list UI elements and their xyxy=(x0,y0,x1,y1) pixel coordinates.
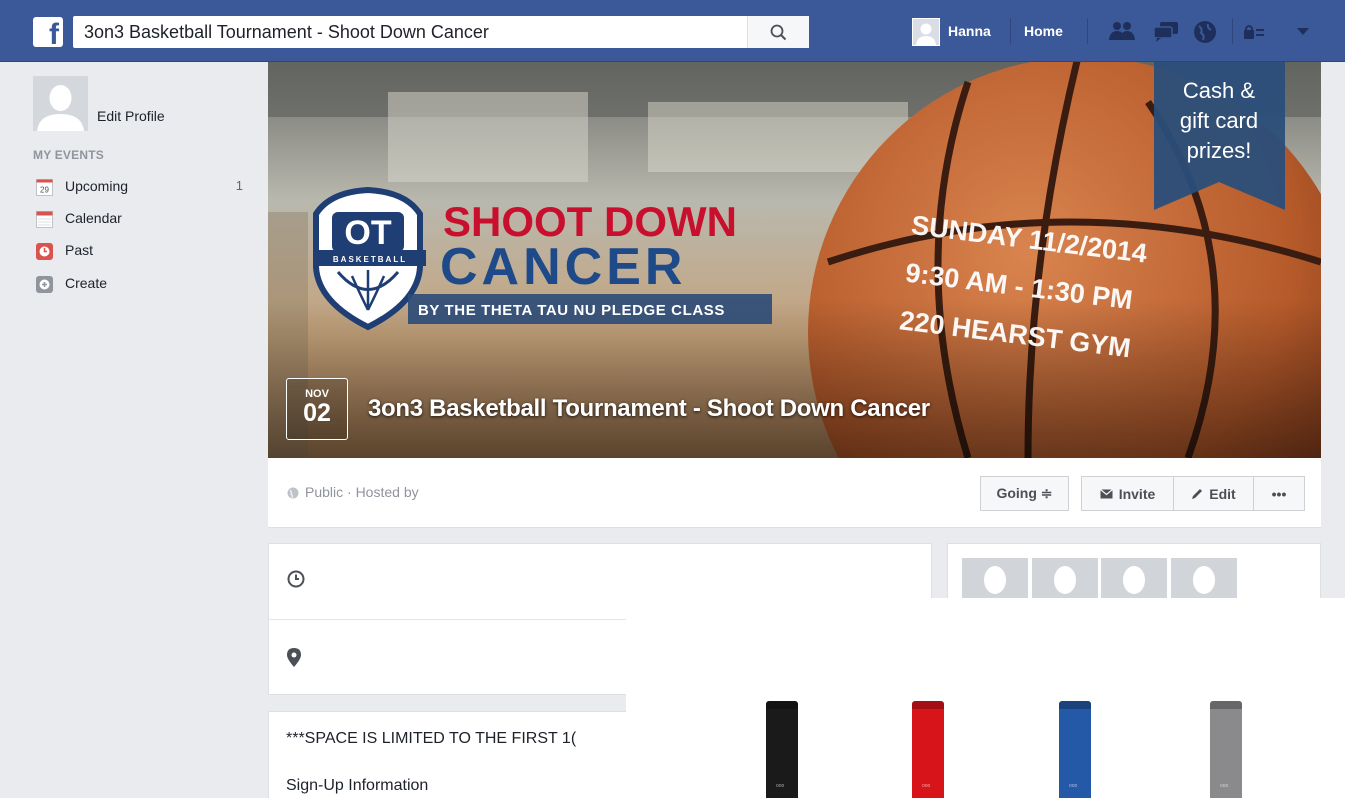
event-cover-photo[interactable]: OT BASKETBALL SHOOT DOWN CANCER BY THE T… xyxy=(268,62,1321,458)
home-link[interactable]: Home xyxy=(1024,23,1063,39)
sidebar-item-upcoming[interactable]: 29 Upcoming 1 xyxy=(33,177,243,199)
user-name-link[interactable]: Hanna xyxy=(948,23,991,39)
event-action-bar: Public · Hosted by Going ≑ Invite Edit •… xyxy=(268,458,1321,528)
bottle-blue: ooo xyxy=(1059,701,1091,798)
clock-icon xyxy=(287,570,305,588)
bottle-gray: ooo xyxy=(1210,701,1242,798)
sidebar-item-past[interactable]: Past xyxy=(33,241,243,263)
sidebar-item-label: Past xyxy=(65,242,94,258)
svg-text:prizes!: prizes! xyxy=(1187,138,1252,163)
avatar-silhouette-icon xyxy=(984,566,1006,594)
svg-text:gift card: gift card xyxy=(1180,108,1258,133)
privacy-shortcuts-icon[interactable] xyxy=(1243,24,1265,40)
avatar-silhouette-icon xyxy=(1054,566,1076,594)
event-title: 3on3 Basketball Tournament - Shoot Down … xyxy=(368,395,930,422)
going-dropdown-button[interactable]: Going ≑ xyxy=(980,476,1069,511)
sidebar-item-label: Create xyxy=(65,275,108,291)
avatar-silhouette-icon xyxy=(1193,566,1215,594)
avatar-silhouette-icon xyxy=(913,19,939,45)
pencil-icon xyxy=(1192,488,1203,499)
svg-text:CANCER: CANCER xyxy=(440,238,686,296)
search-input[interactable]: 3on3 Basketball Tournament - Shoot Down … xyxy=(73,16,809,48)
sidebar-item-label: Upcoming xyxy=(65,178,129,194)
nav-divider xyxy=(1232,18,1233,44)
sidebar-item-create[interactable]: Create xyxy=(33,274,243,296)
guest-avatar[interactable] xyxy=(1101,558,1167,598)
sidebar-item-calendar[interactable]: Calendar xyxy=(33,209,243,231)
svg-text:BY THE THETA TAU NU PLEDGE CLA: BY THE THETA TAU NU PLEDGE CLASS xyxy=(418,302,725,319)
notifications-globe-icon[interactable] xyxy=(1193,20,1217,44)
privacy-label: Public · Hosted by xyxy=(305,484,419,500)
svg-text:OT: OT xyxy=(344,214,391,252)
svg-text:BASKETBALL: BASKETBALL xyxy=(333,255,407,264)
sidebar-item-count: 1 xyxy=(235,178,243,193)
account-menu-chevron-icon[interactable] xyxy=(1296,27,1310,37)
facebook-logo[interactable]: f xyxy=(33,17,63,50)
bottle-red: ooo xyxy=(912,701,944,798)
avatar-silhouette-icon xyxy=(33,76,88,131)
clock-icon xyxy=(36,243,53,260)
svg-text:Cash &: Cash & xyxy=(1183,78,1255,103)
search-button[interactable] xyxy=(747,16,809,48)
invite-button[interactable]: Invite xyxy=(1081,476,1174,511)
sidebar-item-label: Calendar xyxy=(65,210,122,226)
location-pin-icon xyxy=(287,648,301,667)
friend-requests-icon[interactable] xyxy=(1108,20,1136,42)
edit-profile-link[interactable]: Edit Profile xyxy=(97,108,165,124)
more-icon: ••• xyxy=(1271,485,1287,502)
product-overlay-image: ooo ooo ooo ooo xyxy=(626,598,1345,798)
more-options-button[interactable]: ••• xyxy=(1253,476,1305,511)
search-input-value[interactable]: 3on3 Basketball Tournament - Shoot Down … xyxy=(84,22,489,43)
top-bar: f 3on3 Basketball Tournament - Shoot Dow… xyxy=(0,0,1345,62)
plus-icon xyxy=(36,276,53,293)
calendar-icon xyxy=(36,211,53,228)
user-avatar[interactable] xyxy=(912,18,940,46)
guest-avatar[interactable] xyxy=(1032,558,1098,598)
event-date-badge: NOV 02 xyxy=(286,378,348,440)
nav-divider xyxy=(1010,18,1011,44)
calendar-day-icon: 29 xyxy=(36,179,53,196)
my-events-heading: MY EVENTS xyxy=(33,148,104,162)
svg-text:29: 29 xyxy=(40,186,49,195)
description-line: ***SPACE IS LIMITED TO THE FIRST 1( xyxy=(286,730,577,747)
avatar-silhouette-icon xyxy=(1123,566,1145,594)
guest-avatar[interactable] xyxy=(962,558,1028,598)
guest-avatar[interactable] xyxy=(1171,558,1237,598)
profile-picture[interactable] xyxy=(33,76,88,131)
bottle-black: ooo xyxy=(766,701,798,798)
messages-icon[interactable] xyxy=(1152,20,1180,42)
description-line: Sign-Up Information xyxy=(286,777,429,794)
nav-divider xyxy=(1087,18,1088,44)
envelope-icon xyxy=(1099,488,1113,498)
edit-button[interactable]: Edit xyxy=(1173,476,1254,511)
search-icon xyxy=(770,24,787,41)
globe-icon xyxy=(287,487,299,499)
